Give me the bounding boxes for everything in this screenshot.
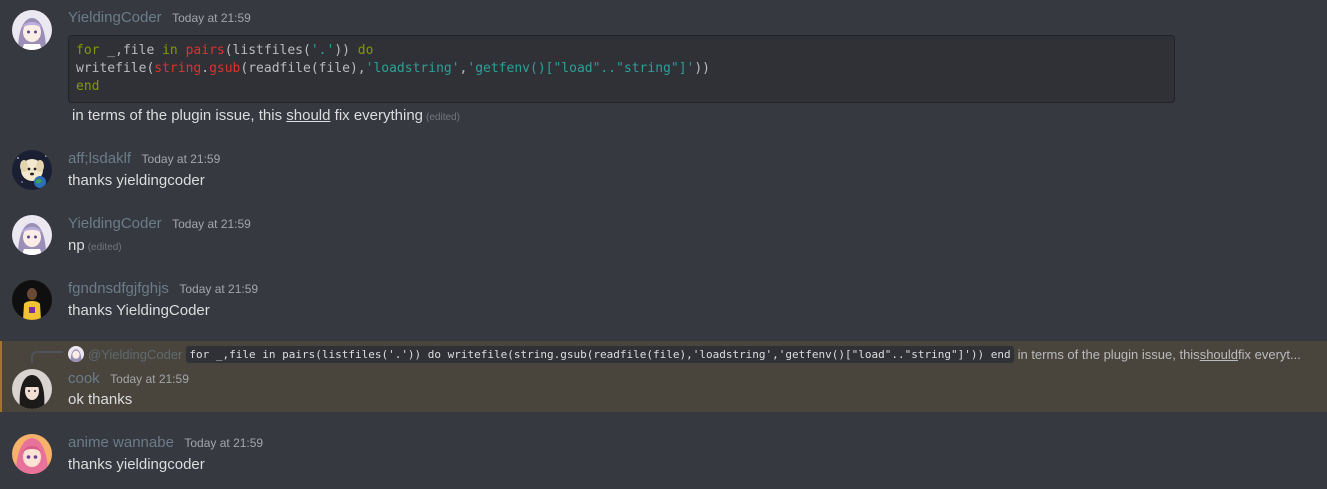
avatar-yieldingcoder[interactable]	[12, 215, 52, 255]
username[interactable]: YieldingCoder	[68, 215, 162, 232]
edited-label: (edited)	[426, 112, 460, 123]
avatar-yieldingcoder[interactable]	[12, 10, 52, 50]
username[interactable]: aff;lsdaklf	[68, 150, 131, 167]
code-line-1: for _,file in pairs(listfiles('.')) do	[76, 43, 374, 58]
basketball-player-avatar-icon	[12, 280, 52, 320]
timestamp: Today at 21:59	[141, 152, 221, 166]
message-text: ok thanks	[68, 391, 133, 408]
message-text: thanks YieldingCoder	[68, 302, 210, 319]
code-line-3: end	[76, 79, 100, 94]
message-anime-wannabe: anime wannabe Today at 21:59 thanks yiel…	[0, 424, 1327, 489]
dark-hair-girl-avatar-icon	[12, 369, 52, 409]
username[interactable]: YieldingCoder	[68, 9, 162, 26]
avatar-cook[interactable]	[12, 369, 52, 409]
message-text: thanks yieldingcoder	[68, 456, 205, 473]
dog-earth-avatar-icon	[12, 150, 52, 190]
edited-label: (edited)	[87, 242, 122, 253]
username[interactable]: anime wannabe	[68, 434, 174, 451]
avatar-fgndnsdfgjfghjs[interactable]	[12, 280, 52, 320]
anime-girl-avatar-icon	[12, 10, 52, 50]
message-yieldingcoder-np: YieldingCoder Today at 21:59 np (edited)	[0, 205, 1327, 265]
avatar-afflsdaklf[interactable]	[12, 150, 52, 190]
code-block: for _,file in pairs(listfiles('.')) do w…	[68, 35, 1175, 103]
username[interactable]: fgndnsdfgjfghjs	[68, 280, 169, 297]
message-text: thanks yieldingcoder	[68, 172, 205, 189]
anime-pink-avatar-icon	[12, 434, 52, 474]
timestamp: Today at 21:59	[110, 372, 189, 386]
message-cook: cook Today at 21:59 ok thanks	[0, 341, 1327, 412]
anime-girl-avatar-icon	[12, 215, 52, 255]
timestamp: Today at 21:59	[184, 436, 264, 450]
username[interactable]: cook	[68, 370, 100, 387]
message-text: np (edited)	[68, 237, 122, 254]
timestamp: Today at 21:59	[172, 11, 251, 25]
timestamp: Today at 21:59	[172, 217, 251, 231]
message-text: in terms of the plugin issue, this shoul…	[72, 107, 460, 124]
message-fgndnsdfgjfghjs: fgndnsdfgjfghjs Today at 21:59 thanks Yi…	[0, 270, 1327, 330]
avatar-anime-wannabe[interactable]	[12, 434, 52, 474]
timestamp: Today at 21:59	[179, 282, 259, 296]
message-afflsdaklf: aff;lsdaklf Today at 21:59 thanks yieldi…	[0, 140, 1327, 200]
message-yieldingcoder-code: YieldingCoder Today at 21:59 for _,file …	[0, 0, 1327, 135]
code-line-2: writefile(string.gsub(readfile(file),'lo…	[76, 61, 711, 76]
